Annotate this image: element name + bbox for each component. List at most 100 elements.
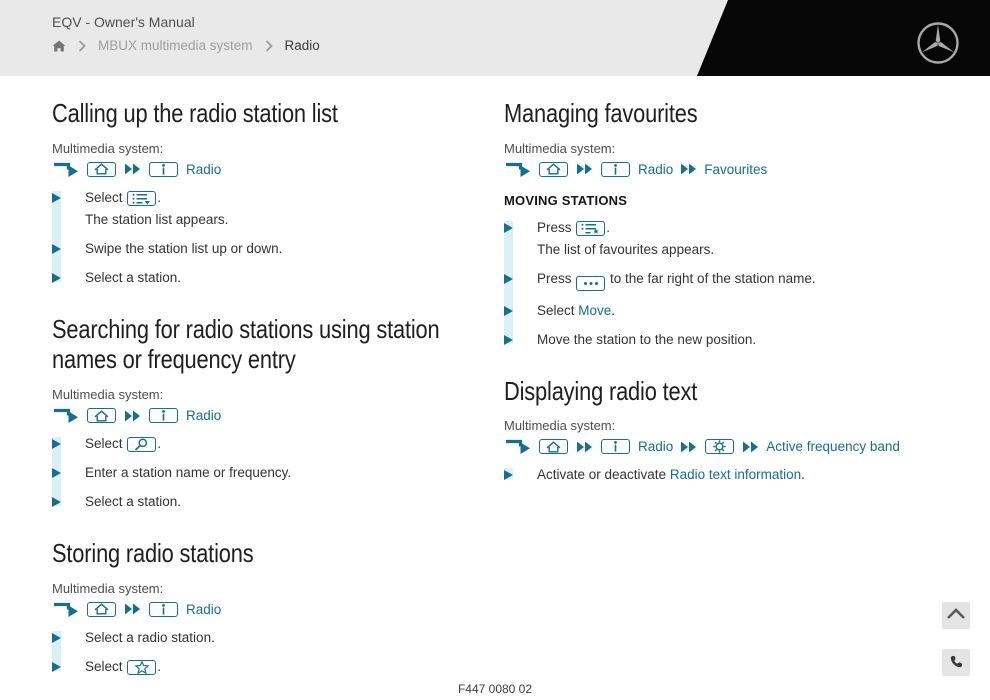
home-icon [539, 161, 568, 177]
home-icon [87, 408, 116, 424]
step-content: Press . [537, 218, 610, 237]
steps-list: Press . The list of favourites appears. Pr… [504, 218, 990, 349]
bullet-triangle-icon [52, 439, 61, 450]
home-icon [539, 439, 568, 455]
system-label: Multimedia system: [504, 418, 616, 434]
step-item: Select a radio station. [52, 628, 504, 647]
path-arrow-icon [504, 161, 531, 178]
breadcrumb: MBUX multimedia system Radio [52, 38, 320, 53]
step-content: Select . [85, 188, 161, 207]
menu-path: Radio [52, 161, 504, 178]
section-title: Storing radio stations [52, 538, 432, 569]
step-text: to the far right of the station name. [606, 270, 816, 286]
double-chevron-icon [124, 603, 141, 615]
bullet-triangle-icon [52, 632, 61, 643]
left-column: Calling up the radio station list Multime… [52, 76, 504, 676]
step-content: Press to the far right of the station na… [537, 269, 816, 291]
bullet-triangle-icon [52, 272, 61, 283]
step-text: Select [537, 302, 579, 318]
step-bullet [52, 628, 85, 647]
search-icon [127, 437, 157, 453]
menu-path: Radio [52, 407, 504, 424]
step-bullet [504, 269, 537, 291]
system-label: Multimedia system: [52, 387, 164, 403]
steps-list: Select a radio station. Select . [52, 628, 504, 676]
scroll-to-top-button[interactable] [942, 602, 970, 629]
station-list-icon [127, 191, 157, 207]
step-text: The station list appears. [85, 211, 229, 227]
step-text: Select [85, 189, 127, 205]
step-text: Select [85, 658, 127, 674]
section-title: Searching for radio stations using stati… [52, 313, 440, 375]
system-label: Multimedia system: [504, 140, 616, 156]
contact-button[interactable] [942, 649, 970, 676]
step-text: . [801, 467, 805, 483]
step-content: Select . [85, 434, 161, 453]
manual-section: Displaying radio text Multimedia system: R… [504, 376, 990, 485]
section-title: Calling up the radio station list [52, 98, 432, 129]
breadcrumb-item-current: Radio [284, 38, 320, 53]
path-arrow-icon [52, 601, 79, 618]
bullet-triangle-icon [504, 273, 513, 284]
step-text: . [157, 658, 162, 674]
link-radio-text-information[interactable]: Radio text information [670, 467, 801, 482]
step-text: Select a station. [85, 269, 182, 285]
menu-path: Radio [52, 601, 504, 618]
mercedes-star-icon [915, 20, 961, 71]
menu-path: Radio Favourites [504, 161, 990, 178]
step-bullet [52, 492, 85, 511]
info-icon [149, 408, 178, 424]
home-icon [87, 601, 116, 617]
path-arrow-icon [52, 161, 79, 178]
manual-section: Managing favourites Multimedia system: Rad… [504, 98, 990, 349]
link-move[interactable]: Move [578, 303, 611, 318]
path-label: Radio [638, 439, 674, 455]
step-item: Swipe the station list up or down. [52, 239, 504, 258]
page: EQV - Owner's Manual MBUX multimedia sys… [0, 0, 990, 700]
double-chevron-icon [680, 163, 697, 175]
step-text: Swipe the station list up or down. [85, 240, 283, 256]
step-content: Select . [85, 657, 161, 676]
steps-list: Select . Enter a station name or frequenc… [52, 434, 504, 511]
path-arrow-icon [52, 407, 79, 424]
step-indent [52, 210, 85, 229]
home-icon[interactable] [52, 40, 66, 52]
section-title-line: names or frequency entry [52, 344, 296, 375]
home-icon [87, 161, 116, 177]
subsection-title: MOVING STATIONS [504, 192, 628, 208]
section-title-line: Searching for radio stations using stati… [52, 313, 440, 344]
section-title-line: Storing radio stations [52, 538, 254, 569]
header-wedge [697, 0, 990, 76]
manual-section: Searching for radio stations using stati… [52, 314, 504, 511]
footer: F447 0080 02 [0, 682, 990, 696]
step-bullet [52, 188, 85, 207]
manual-section: Calling up the radio station list Multime… [52, 98, 504, 287]
breadcrumb-item-parent[interactable]: MBUX multimedia system [98, 38, 253, 53]
step-item: Select a station. [52, 268, 504, 287]
bullet-triangle-icon [52, 192, 61, 203]
content: Calling up the radio station list Multime… [0, 76, 990, 676]
step-result: The list of favourites appears. [504, 240, 990, 259]
manual-section: Storing radio stations Multimedia system:… [52, 538, 504, 676]
step-item: Select a station. [52, 492, 504, 511]
section-title-line: Managing favourites [504, 98, 698, 128]
bullet-triangle-icon [504, 305, 513, 316]
step-bullet [52, 463, 85, 482]
system-label: Multimedia system: [52, 140, 164, 156]
double-chevron-icon [576, 441, 593, 453]
step-text: The list of favourites appears. [537, 241, 715, 257]
path-label: Radio [186, 408, 222, 424]
chevron-up-icon [946, 608, 966, 623]
section-title-line: Displaying radio text [504, 375, 698, 406]
header: EQV - Owner's Manual MBUX multimedia sys… [0, 0, 990, 76]
step-item: Select . [52, 188, 504, 207]
step-bullet [504, 465, 537, 484]
step-content: The list of favourites appears. [537, 240, 714, 259]
step-text: Enter a station name or frequency. [85, 465, 292, 481]
section-title-line: Calling up the radio station list [52, 98, 338, 128]
right-column: Managing favourites Multimedia system: Rad… [504, 76, 990, 676]
step-content: Activate or deactivate Radio text inform… [537, 465, 805, 484]
step-content: Select a station. [85, 268, 181, 287]
steps-list: Activate or deactivate Radio text inform… [504, 465, 990, 484]
step-content: The station list appears. [85, 210, 228, 229]
